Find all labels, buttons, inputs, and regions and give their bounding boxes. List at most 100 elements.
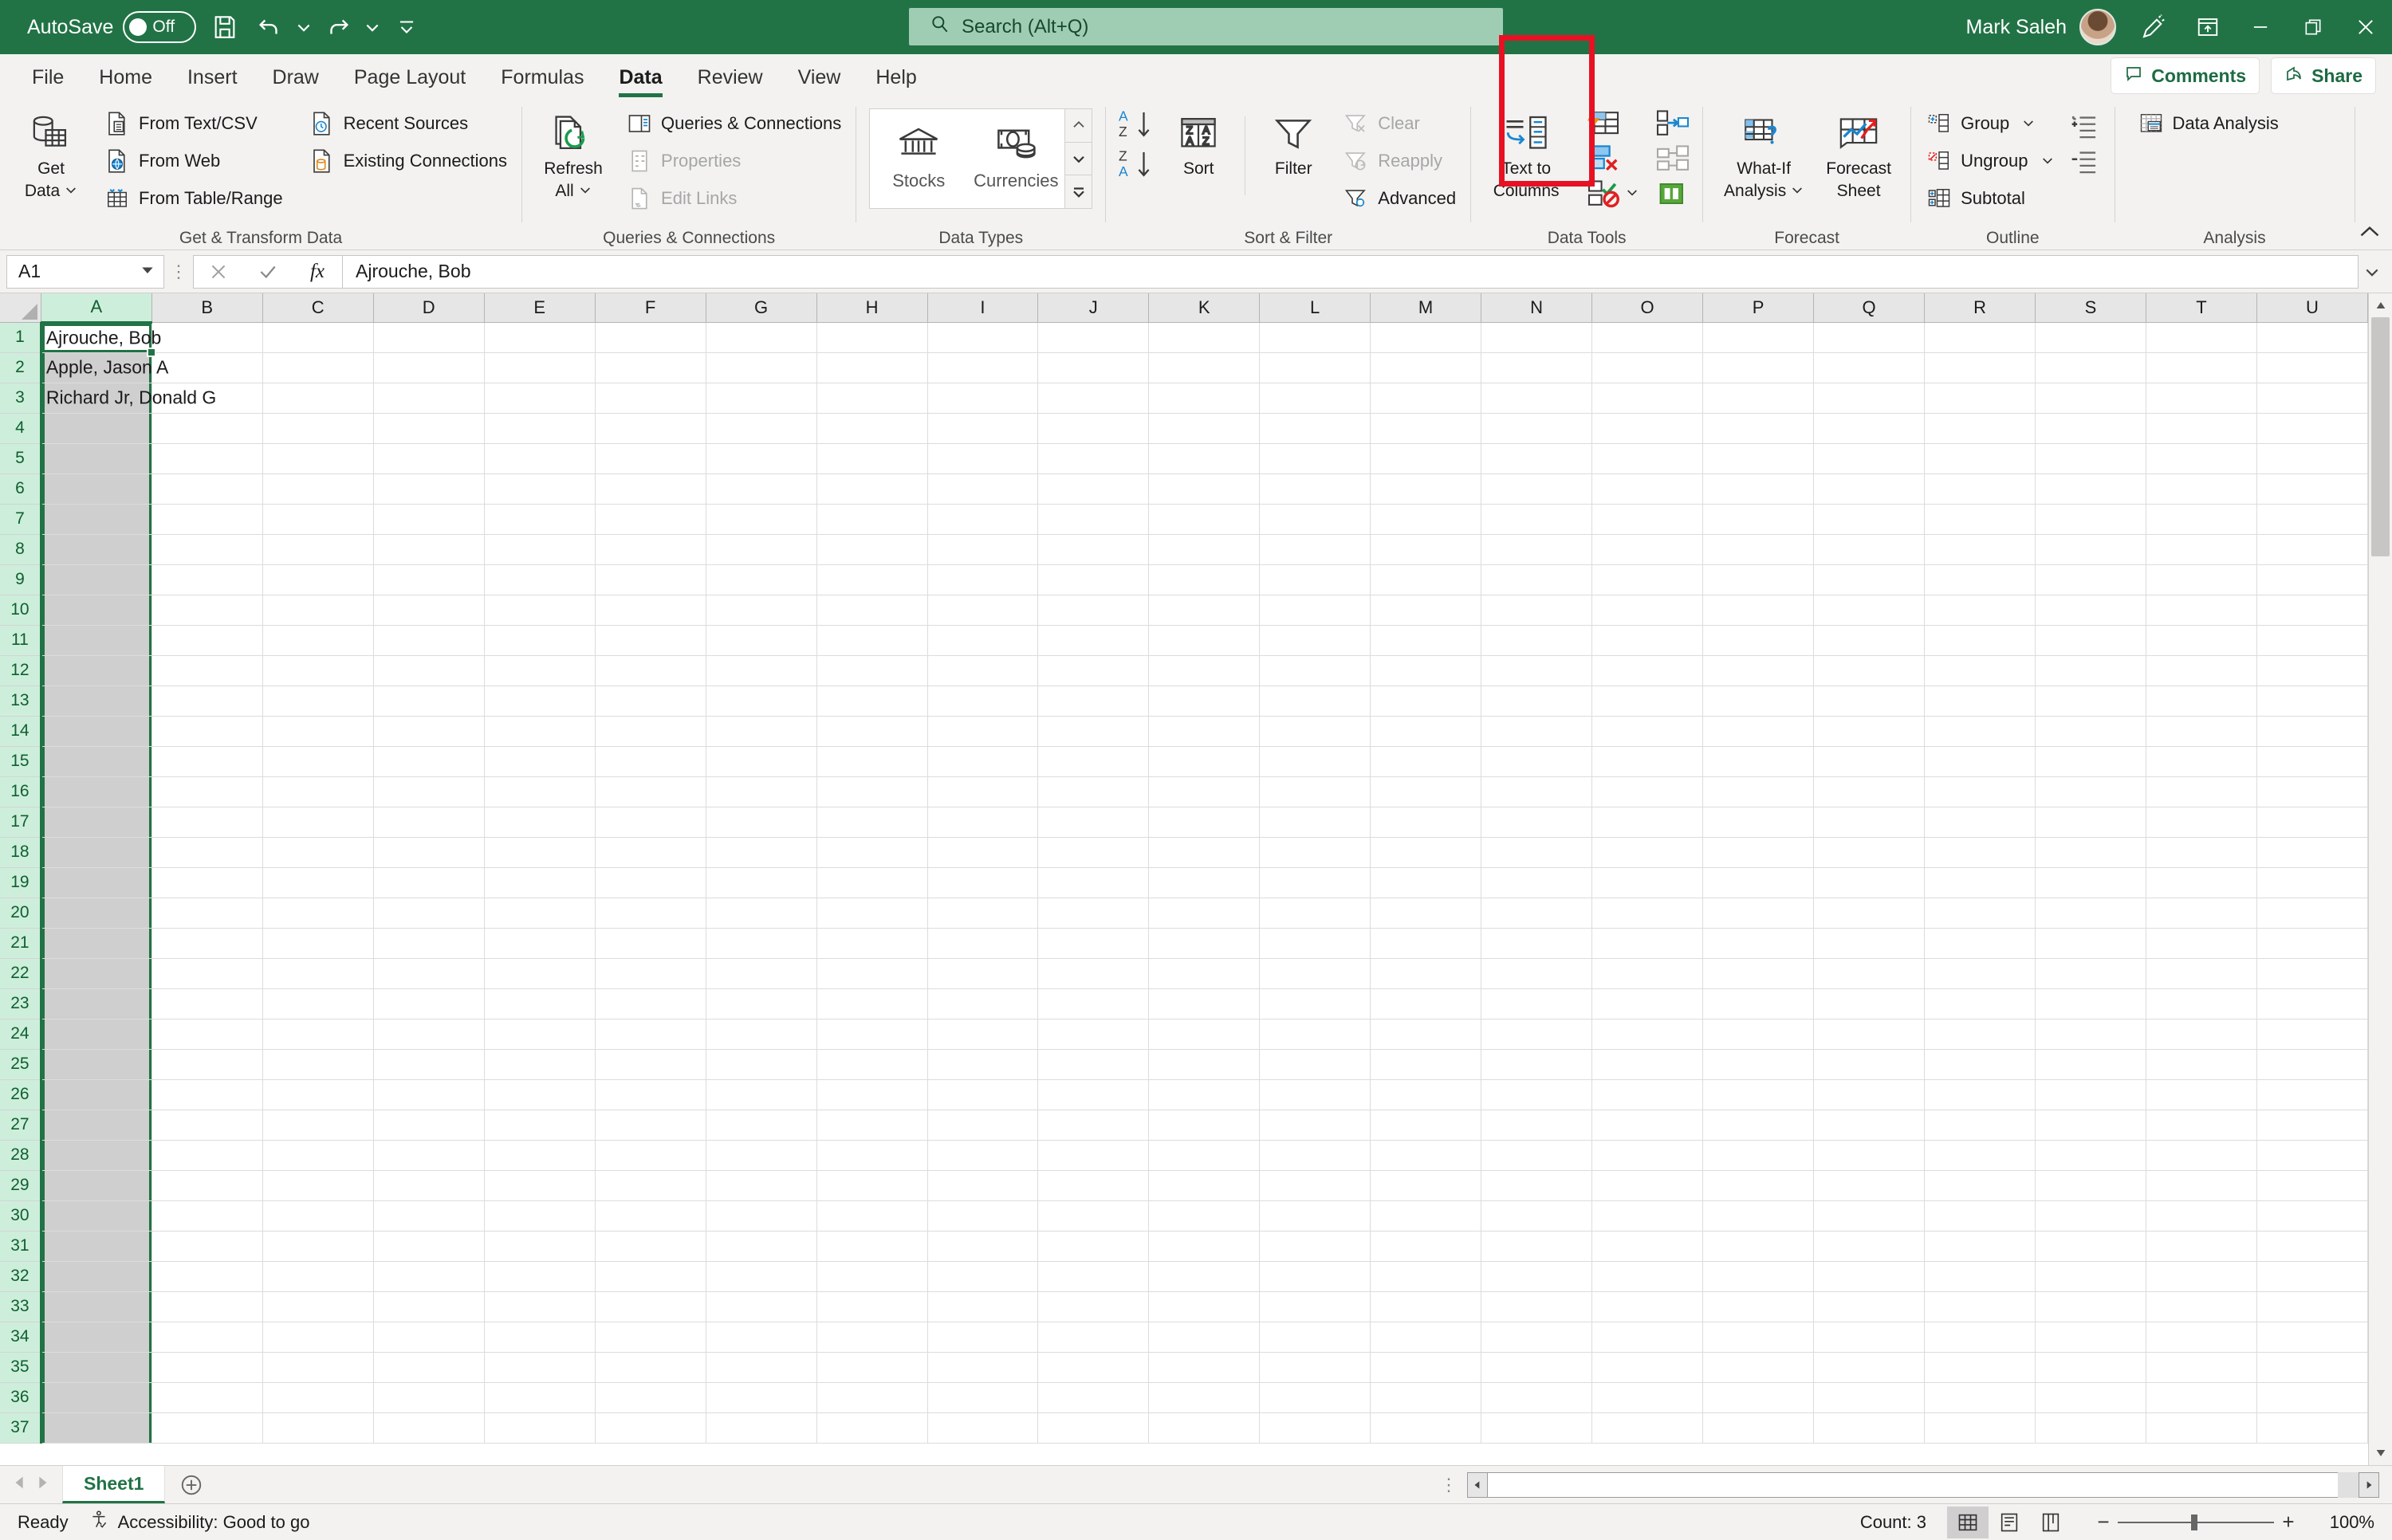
cell-u33[interactable] bbox=[2256, 1291, 2368, 1322]
cell-k14[interactable] bbox=[1148, 716, 1261, 747]
cell-g1[interactable] bbox=[706, 322, 817, 353]
cell-e16[interactable] bbox=[484, 776, 596, 807]
row-header-9[interactable]: 9 bbox=[0, 564, 42, 595]
cell-e36[interactable] bbox=[484, 1382, 596, 1413]
cell-n35[interactable] bbox=[1481, 1352, 1593, 1383]
cell-k28[interactable] bbox=[1148, 1140, 1261, 1171]
cell-b35[interactable] bbox=[151, 1352, 263, 1383]
cell-s7[interactable] bbox=[2035, 504, 2146, 535]
cell-j13[interactable] bbox=[1037, 686, 1150, 717]
cell-p9[interactable] bbox=[1702, 564, 1815, 595]
row-header-13[interactable]: 13 bbox=[0, 686, 42, 717]
cell-l15[interactable] bbox=[1259, 746, 1371, 777]
cell-j14[interactable] bbox=[1037, 716, 1150, 747]
cell-p18[interactable] bbox=[1702, 837, 1815, 868]
cell-n9[interactable] bbox=[1481, 564, 1593, 595]
cell-p25[interactable] bbox=[1702, 1049, 1815, 1080]
cell-c4[interactable] bbox=[262, 413, 374, 444]
cell-g11[interactable] bbox=[706, 625, 817, 656]
cell-d11[interactable] bbox=[373, 625, 485, 656]
cell-f4[interactable] bbox=[595, 413, 706, 444]
cell-h35[interactable] bbox=[816, 1352, 928, 1383]
cell-g31[interactable] bbox=[706, 1231, 817, 1262]
cell-n3[interactable] bbox=[1481, 383, 1593, 414]
cell-h29[interactable] bbox=[816, 1170, 928, 1201]
cell-i18[interactable] bbox=[927, 837, 1039, 868]
cell-l34[interactable] bbox=[1259, 1322, 1371, 1353]
cell-l29[interactable] bbox=[1259, 1170, 1371, 1201]
cell-k3[interactable] bbox=[1148, 383, 1261, 414]
cell-j35[interactable] bbox=[1037, 1352, 1150, 1383]
cell-q8[interactable] bbox=[1813, 534, 1926, 565]
cell-i24[interactable] bbox=[927, 1019, 1039, 1050]
cell-b32[interactable] bbox=[151, 1261, 263, 1292]
cell-o30[interactable] bbox=[1591, 1200, 1704, 1232]
cell-j8[interactable] bbox=[1037, 534, 1150, 565]
cell-m6[interactable] bbox=[1370, 473, 1482, 505]
cell-s12[interactable] bbox=[2035, 655, 2146, 686]
minimize-icon[interactable] bbox=[2234, 0, 2287, 54]
cell-q10[interactable] bbox=[1813, 595, 1926, 626]
cell-j20[interactable] bbox=[1037, 898, 1150, 929]
cell-k15[interactable] bbox=[1148, 746, 1261, 777]
cell-b12[interactable] bbox=[151, 655, 263, 686]
cell-b24[interactable] bbox=[151, 1019, 263, 1050]
cell-c1[interactable] bbox=[262, 322, 374, 353]
cell-e2[interactable] bbox=[484, 352, 596, 383]
sort-descending-icon[interactable]: Z A bbox=[1114, 147, 1157, 180]
cell-d30[interactable] bbox=[373, 1200, 485, 1232]
cell-o14[interactable] bbox=[1591, 716, 1704, 747]
cell-s19[interactable] bbox=[2035, 867, 2146, 898]
cell-l8[interactable] bbox=[1259, 534, 1371, 565]
cell-i17[interactable] bbox=[927, 807, 1039, 838]
cell-u15[interactable] bbox=[2256, 746, 2368, 777]
cell-b30[interactable] bbox=[151, 1200, 263, 1232]
cell-r12[interactable] bbox=[1924, 655, 2036, 686]
cell-m12[interactable] bbox=[1370, 655, 1482, 686]
column-header-o[interactable]: O bbox=[1591, 293, 1704, 323]
cell-k16[interactable] bbox=[1148, 776, 1261, 807]
sheet-bar-resize-handle[interactable]: ⋮ bbox=[1430, 1466, 1467, 1503]
undo-icon[interactable] bbox=[247, 6, 292, 48]
cell-u31[interactable] bbox=[2256, 1231, 2368, 1262]
cell-g35[interactable] bbox=[706, 1352, 817, 1383]
cell-p37[interactable] bbox=[1702, 1412, 1815, 1444]
cell-s30[interactable] bbox=[2035, 1200, 2146, 1232]
cell-j3[interactable] bbox=[1037, 383, 1150, 414]
cell-n6[interactable] bbox=[1481, 473, 1593, 505]
cell-l24[interactable] bbox=[1259, 1019, 1371, 1050]
cell-u18[interactable] bbox=[2256, 837, 2368, 868]
cell-j28[interactable] bbox=[1037, 1140, 1150, 1171]
relationships-icon[interactable] bbox=[1651, 142, 1694, 175]
cell-r18[interactable] bbox=[1924, 837, 2036, 868]
cell-t10[interactable] bbox=[2146, 595, 2257, 626]
search-container[interactable]: Search (Alt+Q) bbox=[909, 8, 1503, 45]
cell-q7[interactable] bbox=[1813, 504, 1926, 535]
cell-q11[interactable] bbox=[1813, 625, 1926, 656]
cell-f18[interactable] bbox=[595, 837, 706, 868]
column-header-j[interactable]: J bbox=[1037, 293, 1150, 323]
cell-p36[interactable] bbox=[1702, 1382, 1815, 1413]
cell-u7[interactable] bbox=[2256, 504, 2368, 535]
cell-m9[interactable] bbox=[1370, 564, 1482, 595]
cell-e32[interactable] bbox=[484, 1261, 596, 1292]
cell-e12[interactable] bbox=[484, 655, 596, 686]
cell-a26[interactable] bbox=[41, 1079, 152, 1110]
cell-s23[interactable] bbox=[2035, 988, 2146, 1019]
cell-q36[interactable] bbox=[1813, 1382, 1926, 1413]
ribbon-display-options-icon[interactable] bbox=[2182, 0, 2234, 54]
cell-i6[interactable] bbox=[927, 473, 1039, 505]
cell-t37[interactable] bbox=[2146, 1412, 2257, 1444]
cell-g15[interactable] bbox=[706, 746, 817, 777]
cell-e31[interactable] bbox=[484, 1231, 596, 1262]
cell-p16[interactable] bbox=[1702, 776, 1815, 807]
cell-a35[interactable] bbox=[41, 1352, 152, 1383]
cell-p10[interactable] bbox=[1702, 595, 1815, 626]
row-header-30[interactable]: 30 bbox=[0, 1200, 42, 1232]
cell-d31[interactable] bbox=[373, 1231, 485, 1262]
cell-l11[interactable] bbox=[1259, 625, 1371, 656]
share-button[interactable]: Share bbox=[2271, 57, 2376, 94]
cell-a21[interactable] bbox=[41, 928, 152, 959]
cell-n11[interactable] bbox=[1481, 625, 1593, 656]
cell-o31[interactable] bbox=[1591, 1231, 1704, 1262]
